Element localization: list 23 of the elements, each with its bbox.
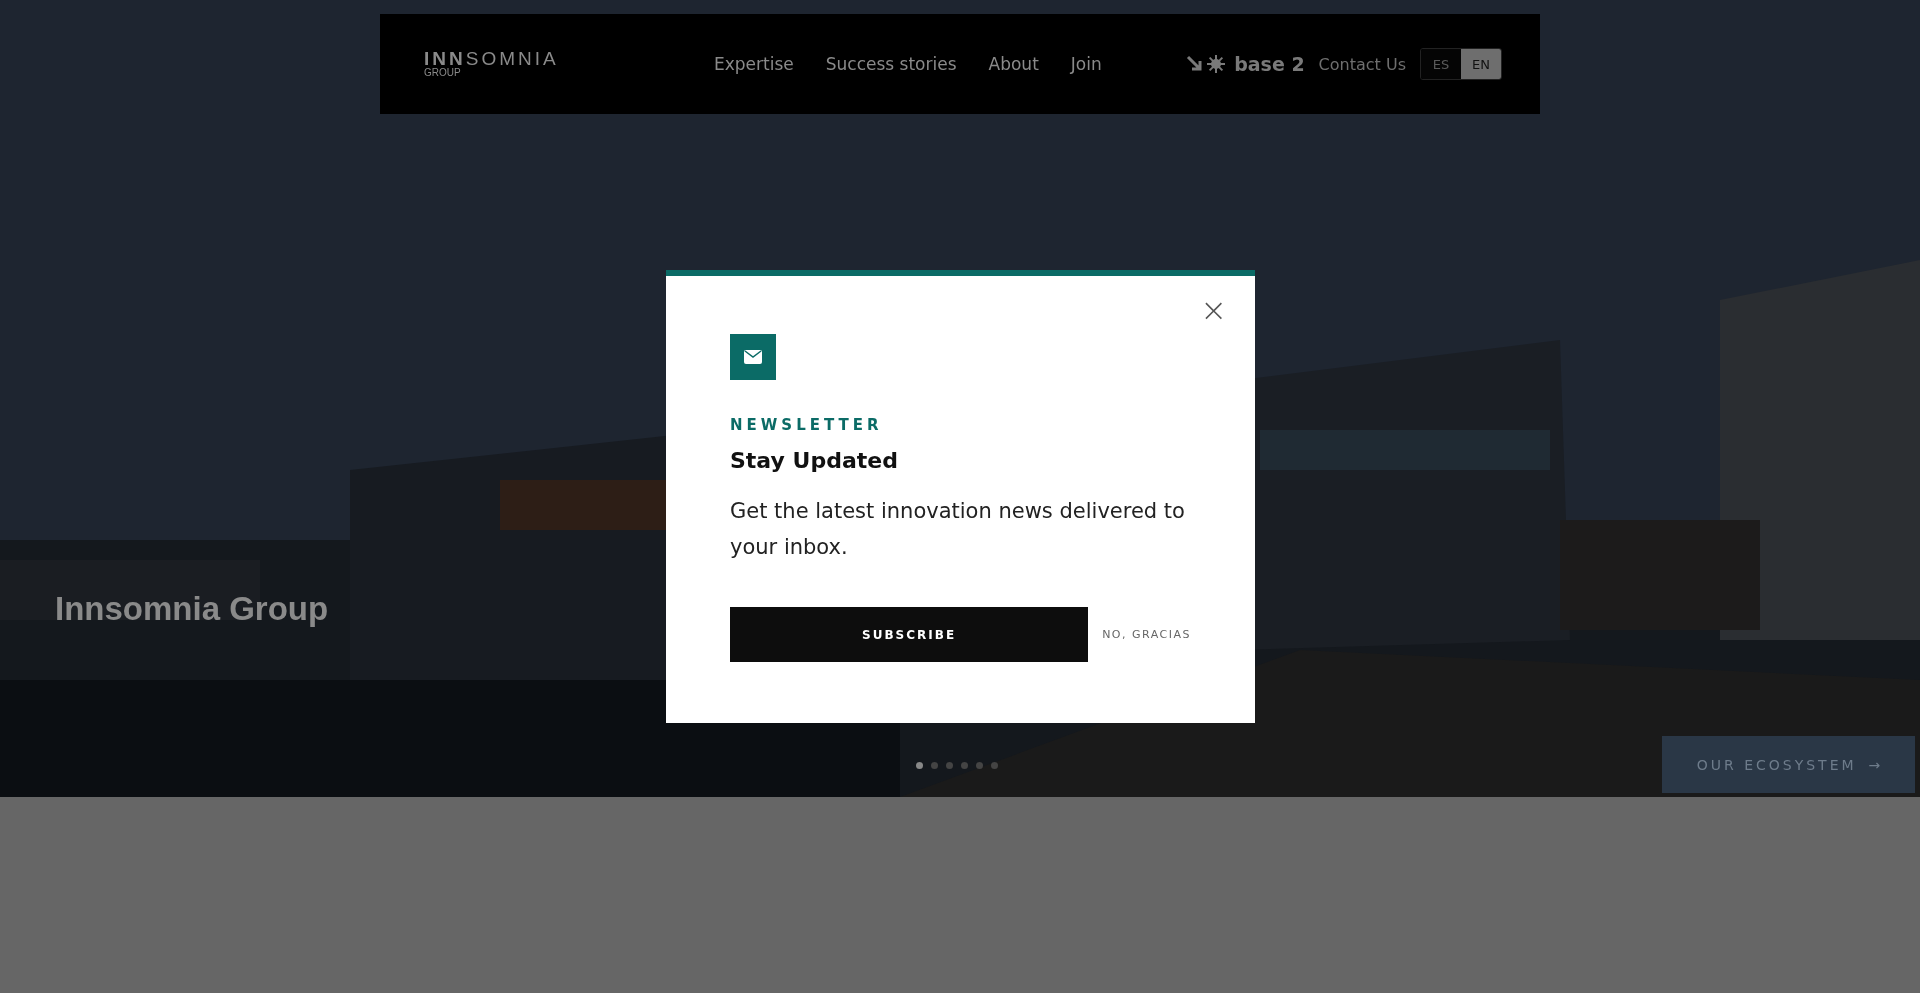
carousel-dot[interactable] — [946, 762, 953, 769]
contact-link[interactable]: Contact Us — [1318, 54, 1406, 74]
carousel-dot[interactable] — [931, 762, 938, 769]
nav-link[interactable]: Expertise — [714, 54, 794, 74]
language-toggle[interactable]: EN — [1461, 49, 1501, 79]
logo-subtitle: GROUP — [424, 68, 462, 78]
partner-logo-text[interactable]: base 2 — [1234, 53, 1305, 75]
subscribe-button[interactable]: SUBSCRIBE — [730, 607, 1089, 662]
carousel-dot[interactable] — [916, 762, 923, 769]
carousel-dot[interactable] — [991, 762, 998, 769]
mail-icon — [730, 334, 776, 380]
decline-button[interactable]: NO, GRACIAS — [1102, 628, 1191, 641]
dialog-text: Get the latest innovation news delivered to your inbox. — [730, 498, 1186, 561]
section-label: NEWSLETTER — [730, 416, 884, 434]
nav-link[interactable]: Join — [1070, 54, 1102, 74]
dialog-title: Stay Updated — [730, 448, 899, 473]
nav-link[interactable]: Success stories — [825, 54, 957, 74]
nav-link[interactable]: About — [988, 54, 1039, 74]
hero-title: Innsomnia Group — [55, 590, 329, 628]
close-button[interactable]: × — [1196, 294, 1231, 326]
carousel-dot[interactable] — [961, 762, 968, 769]
logo-wordmark[interactable]: INN SOMNIA — [424, 50, 714, 68]
carousel-dot[interactable] — [976, 762, 983, 769]
